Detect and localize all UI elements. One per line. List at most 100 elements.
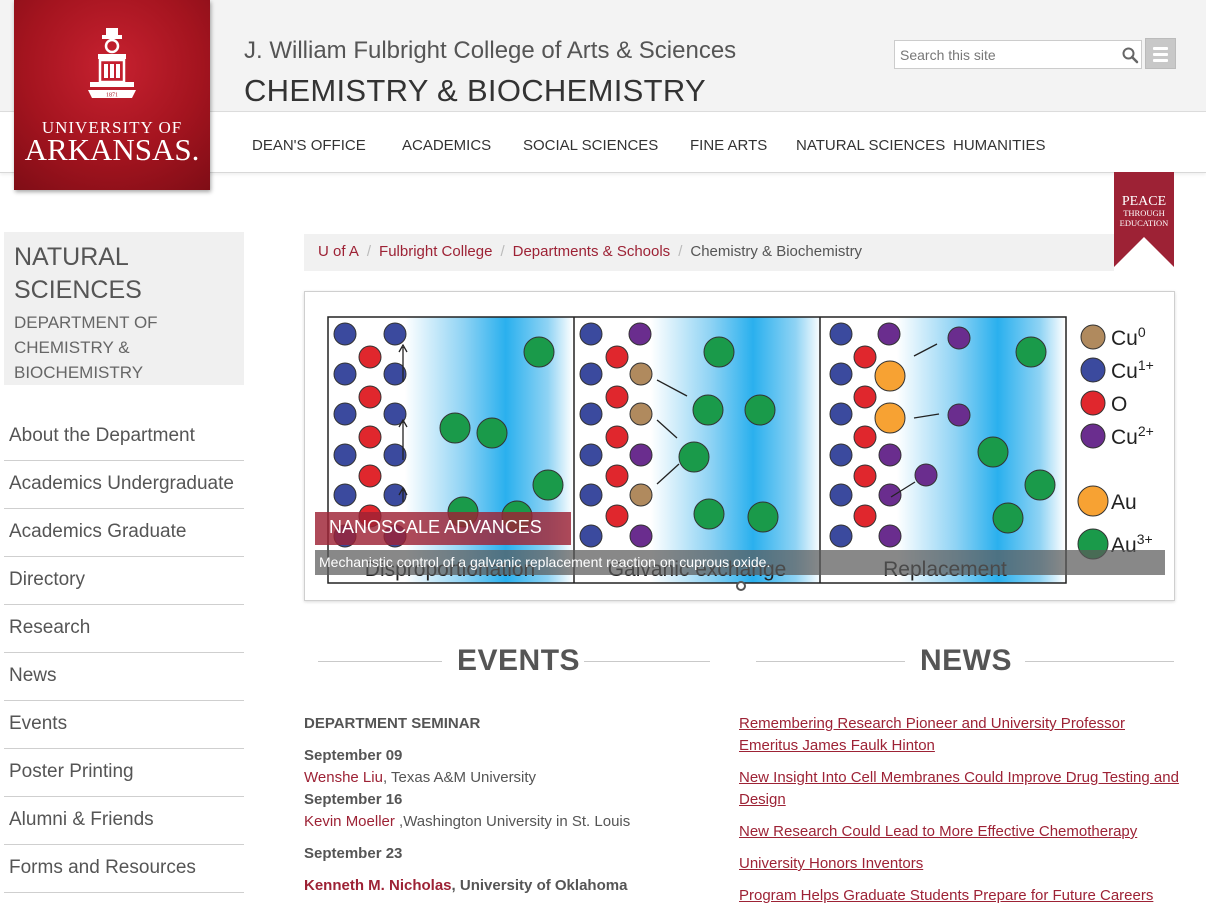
atom-marker [605, 504, 629, 528]
atom-marker [579, 362, 603, 386]
atom-marker [992, 502, 1024, 534]
svg-text:PEACE: PEACE [1122, 194, 1166, 209]
atom-marker [874, 360, 906, 392]
events-rule-left [318, 661, 442, 662]
event-date: September 16 [304, 791, 403, 808]
nav-humanities[interactable]: HUMANITIES [953, 137, 1046, 154]
legend-swatch [1077, 485, 1109, 517]
atom-marker [333, 443, 357, 467]
atom-marker [358, 425, 382, 449]
menu-button[interactable] [1145, 38, 1176, 69]
breadcrumb-fulbright[interactable]: Fulbright College [379, 243, 492, 260]
event-speaker-link[interactable]: Kenneth M. Nicholas [304, 877, 452, 894]
sidebar-item-news[interactable]: News [4, 653, 244, 701]
sidebar-item-poster-printing[interactable]: Poster Printing [4, 749, 244, 797]
sidebar-subheading[interactable]: DEPARTMENT OF CHEMISTRY & BIOCHEMISTRY [14, 310, 234, 385]
atom-marker [629, 362, 653, 386]
sidebar-item-alumni[interactable]: Alumni & Friends [4, 797, 244, 845]
old-main-tower-icon: 1871 [88, 28, 136, 99]
atom-marker [629, 483, 653, 507]
sidebar-item-forms[interactable]: Forms and Resources [4, 845, 244, 893]
legend-label: Cu0 [1111, 324, 1146, 350]
breadcrumb-u-of-a[interactable]: U of A [318, 243, 359, 260]
atom-marker [358, 464, 382, 488]
atom-marker [878, 443, 902, 467]
university-logo[interactable]: 1871 UNIVERSITY OF ARKANSAS. [14, 0, 210, 190]
atom-marker [977, 436, 1009, 468]
search-input[interactable] [895, 41, 1115, 68]
feature-slider[interactable]: Disproportionation Galvanic exchange Rep… [304, 291, 1175, 601]
atom-marker [358, 345, 382, 369]
atom-marker [523, 336, 555, 368]
nav-social-sciences[interactable]: SOCIAL SCIENCES [523, 137, 658, 154]
legend-swatch [1080, 324, 1106, 350]
atom-marker [678, 441, 710, 473]
atom-marker [1024, 469, 1056, 501]
sidebar-heading[interactable]: NATURAL SCIENCES [14, 241, 234, 307]
solution-region [651, 317, 821, 583]
event-speaker-link[interactable]: Wenshe Liu [304, 769, 383, 786]
nav-fine-arts[interactable]: FINE ARTS [690, 137, 767, 154]
atom-marker [629, 524, 653, 548]
department-title[interactable]: CHEMISTRY & BIOCHEMISTRY [244, 73, 706, 109]
atom-marker [605, 464, 629, 488]
atom-marker [947, 326, 971, 350]
news-rule-right [1025, 661, 1174, 662]
sidebar-header: NATURAL SCIENCES DEPARTMENT OF CHEMISTRY… [4, 232, 244, 385]
atom-marker [703, 336, 735, 368]
sidebar-item-about[interactable]: About the Department [4, 413, 244, 461]
atom-marker [579, 443, 603, 467]
figure-legend: Cu0Cu1+OCu2+AuAu3+ [1077, 324, 1154, 560]
news-item[interactable]: Remembering Research Pioneer and Univers… [739, 713, 1179, 757]
sidebar-item-events[interactable]: Events [4, 701, 244, 749]
event-category: DEPARTMENT SEMINAR [304, 715, 481, 732]
event-date: September 23 [304, 845, 403, 862]
atom-marker [692, 394, 724, 426]
slide-indicator-dot[interactable] [736, 581, 746, 591]
atom-marker [579, 483, 603, 507]
atom-marker [579, 524, 603, 548]
events-rule-right [584, 661, 710, 662]
news-item[interactable]: University Honors Inventors [739, 853, 1179, 875]
sidebar-item-directory[interactable]: Directory [4, 557, 244, 605]
sidebar-item-research[interactable]: Research [4, 605, 244, 653]
breadcrumb-current: Chemistry & Biochemistry [690, 243, 863, 260]
sidebar-nav: About the Department Academics Undergrad… [4, 413, 244, 893]
sidebar-item-graduate[interactable]: Academics Graduate [4, 509, 244, 557]
sidebar-item-undergraduate[interactable]: Academics Undergraduate [4, 461, 244, 509]
atom-marker [333, 483, 357, 507]
atom-marker [829, 443, 853, 467]
news-item[interactable]: New Research Could Lead to More Effectiv… [739, 821, 1179, 843]
breadcrumb-departments[interactable]: Departments & Schools [513, 243, 671, 260]
nav-natural-sciences[interactable]: NATURAL SCIENCES [796, 137, 945, 154]
atom-marker [439, 412, 471, 444]
news-item[interactable]: New Insight Into Cell Membranes Could Im… [739, 767, 1179, 811]
legend-swatch [1080, 390, 1106, 416]
svg-text:EDUCATION: EDUCATION [1120, 218, 1169, 228]
event-speaker: Kevin Moeller ,Washington University in … [304, 813, 631, 830]
search-icon[interactable] [1121, 46, 1139, 64]
atom-marker [829, 362, 853, 386]
atom-marker [383, 322, 407, 346]
atom-marker [693, 498, 725, 530]
news-item[interactable]: Program Helps Graduate Students Prepare … [739, 885, 1179, 907]
breadcrumb: U of A / Fulbright College / Departments & S… [304, 234, 1114, 271]
slide-label[interactable]: NANOSCALE ADVANCES [315, 512, 571, 545]
events-title: EVENTS [457, 644, 581, 677]
search-box [894, 40, 1142, 69]
news-rule-left [756, 661, 905, 662]
atom-marker [605, 425, 629, 449]
atom-marker [747, 501, 779, 533]
atom-marker [579, 402, 603, 426]
event-speaker-link[interactable]: Kevin Moeller [304, 813, 395, 830]
atom-marker [629, 402, 653, 426]
legend-swatch [1080, 423, 1106, 449]
peace-through-education-badge[interactable]: PEACE THROUGH EDUCATION [1114, 172, 1174, 267]
college-title[interactable]: J. William Fulbright College of Arts & S… [244, 37, 736, 65]
nav-deans-office[interactable]: DEAN'S OFFICE [252, 137, 366, 154]
atom-marker [829, 524, 853, 548]
atom-marker [532, 469, 564, 501]
event-speaker: Wenshe Liu, Texas A&M University [304, 769, 537, 786]
nav-academics[interactable]: ACADEMICS [402, 137, 491, 154]
atom-marker [853, 464, 877, 488]
